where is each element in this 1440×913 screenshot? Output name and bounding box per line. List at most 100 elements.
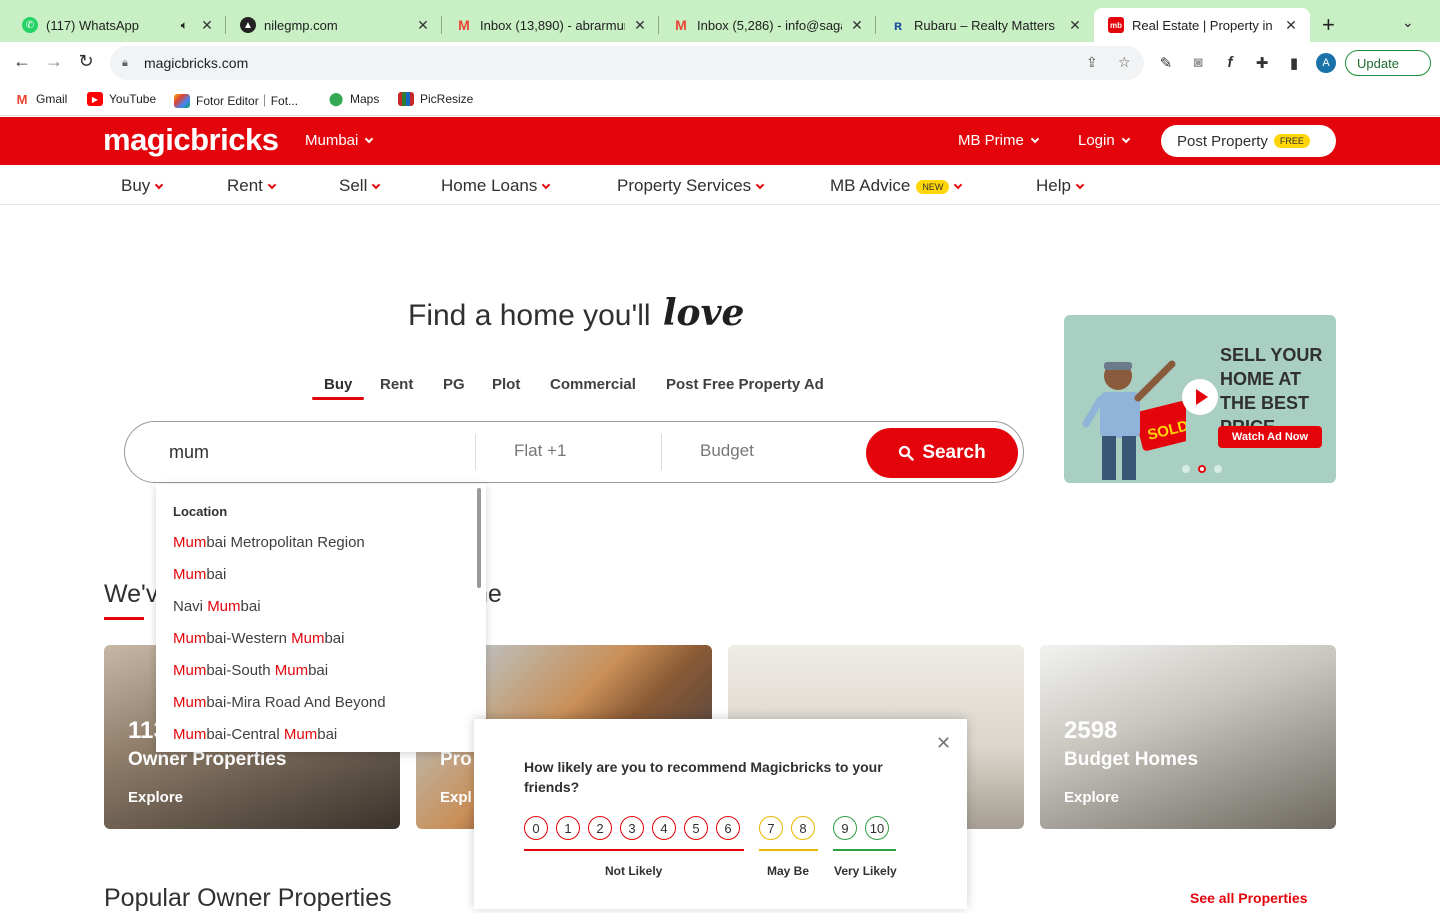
rating-option-3[interactable]: 3 bbox=[620, 816, 644, 840]
search-tab-plot[interactable]: Plot bbox=[492, 376, 520, 393]
side-panel-icon[interactable]: ▮ bbox=[1284, 54, 1304, 72]
close-icon[interactable]: ✕ bbox=[936, 733, 951, 754]
chevron-down-icon bbox=[542, 180, 551, 190]
search-tab-commercial[interactable]: Commercial bbox=[550, 376, 636, 393]
close-tab-icon[interactable]: ✕ bbox=[1066, 17, 1084, 34]
location-suggestion[interactable]: Mumbai-South Mumbai bbox=[173, 662, 328, 679]
close-tab-icon[interactable]: ✕ bbox=[848, 17, 866, 34]
tab-gmail-1[interactable]: M Inbox (13,890) - abrarmun ✕ bbox=[442, 8, 659, 42]
nav-home-loans[interactable]: Home Loans bbox=[441, 176, 551, 196]
back-icon[interactable]: ← bbox=[10, 51, 34, 72]
magicbricks-logo[interactable]: magicbricks bbox=[103, 122, 279, 158]
share-icon[interactable]: ⇪ bbox=[1086, 54, 1098, 71]
update-button[interactable]: Update ⋮ bbox=[1345, 50, 1431, 76]
bookmark-label: PicResize bbox=[420, 92, 474, 106]
nav-help[interactable]: Help bbox=[1036, 176, 1085, 196]
reload-icon[interactable]: ↻ bbox=[74, 51, 98, 72]
rating-option-6[interactable]: 6 bbox=[716, 816, 740, 840]
rating-option-5[interactable]: 5 bbox=[684, 816, 708, 840]
close-tab-icon[interactable]: ✕ bbox=[198, 17, 216, 34]
rating-option-10[interactable]: 10 bbox=[865, 816, 889, 840]
budget-select[interactable]: Budget bbox=[700, 441, 754, 461]
city-selector[interactable]: Mumbai bbox=[305, 132, 374, 149]
tab-search-icon[interactable]: ⌄ bbox=[1402, 14, 1414, 31]
search-button[interactable]: Search bbox=[866, 428, 1018, 478]
profile-avatar[interactable]: A bbox=[1316, 53, 1336, 73]
font-extension-icon[interactable]: f bbox=[1220, 54, 1240, 71]
url-text[interactable]: magicbricks.com bbox=[144, 55, 248, 71]
tab-whatsapp[interactable]: ✆ (117) WhatsApp 🔈︎ ✕ bbox=[8, 8, 226, 42]
match-highlight: Mum bbox=[291, 630, 325, 647]
nav-rent[interactable]: Rent bbox=[227, 176, 277, 196]
rating-option-7[interactable]: 7 bbox=[759, 816, 783, 840]
lock-icon[interactable]: 🔒︎ bbox=[122, 57, 134, 69]
search-tab-buy[interactable]: Buy bbox=[324, 376, 352, 393]
fotor-icon bbox=[174, 93, 190, 108]
location-suggestion[interactable]: Mumbai-Western Mumbai bbox=[173, 630, 344, 647]
camera-icon[interactable]: ◙ bbox=[1188, 54, 1208, 71]
eyedropper-icon[interactable]: ✎ bbox=[1156, 54, 1176, 72]
gmail-icon: M bbox=[675, 17, 687, 33]
tab-magicbricks[interactable]: mb Real Estate | Property in In ✕ bbox=[1094, 8, 1310, 42]
forward-icon[interactable]: → bbox=[42, 51, 66, 72]
search-tab-rent[interactable]: Rent bbox=[380, 376, 413, 393]
rating-option-2[interactable]: 2 bbox=[588, 816, 612, 840]
extensions-puzzle-icon[interactable]: ✚ bbox=[1252, 54, 1272, 72]
new-tab-button[interactable]: + bbox=[1322, 12, 1335, 38]
very-likely-label: Very Likely bbox=[834, 864, 897, 878]
mb-prime-menu[interactable]: MB Prime bbox=[958, 132, 1040, 149]
card-budget-homes[interactable]: 2598 Budget Homes Explore bbox=[1040, 645, 1336, 829]
location-suggestion[interactable]: Navi Mumbai bbox=[173, 598, 261, 615]
rating-option-8[interactable]: 8 bbox=[791, 816, 815, 840]
bookmark-fotor[interactable]: Fotor Editor｜Fot... bbox=[174, 92, 298, 109]
bookmark-youtube[interactable]: ▶ YouTube bbox=[87, 92, 156, 106]
bookmark-maps[interactable]: ⬤ Maps bbox=[328, 91, 380, 106]
card-explore-link[interactable]: Expl bbox=[440, 789, 472, 806]
tab-nilegmp[interactable]: ▲ nilegmp.com ✕ bbox=[226, 8, 442, 42]
post-property-button[interactable]: Post Property FREE bbox=[1161, 125, 1336, 157]
browser-toolbar: ← → ↻ 🔒︎ magicbricks.com ⇪ ☆ ✎ ◙ f ✚ ▮ A… bbox=[0, 42, 1440, 84]
close-tab-icon[interactable]: ✕ bbox=[414, 17, 432, 34]
card-explore-link[interactable]: Explore bbox=[128, 789, 183, 806]
location-search-input[interactable]: mum bbox=[169, 442, 209, 463]
location-suggestion[interactable]: Mumbai bbox=[173, 566, 226, 583]
nav-mb-advice[interactable]: MB Advice NEW bbox=[830, 176, 963, 196]
sell-home-ad-banner[interactable]: SOLD SELL YOUR HOME AT THE BEST PRICE Wa… bbox=[1064, 315, 1336, 483]
speaker-icon[interactable]: 🔈︎ bbox=[181, 18, 188, 33]
rating-option-0[interactable]: 0 bbox=[524, 816, 548, 840]
carousel-dot[interactable] bbox=[1214, 465, 1222, 473]
close-tab-icon[interactable]: ✕ bbox=[631, 17, 649, 34]
suggestion-text: bai bbox=[206, 566, 227, 583]
card-label: Owner Properties bbox=[128, 749, 287, 770]
carousel-dot[interactable] bbox=[1182, 465, 1190, 473]
property-type-select[interactable]: Flat +1 bbox=[514, 441, 566, 461]
location-suggestion[interactable]: Mumbai Metropolitan Region bbox=[173, 534, 365, 551]
rating-option-1[interactable]: 1 bbox=[556, 816, 580, 840]
watch-ad-button[interactable]: Watch Ad Now bbox=[1218, 426, 1322, 448]
search-tab-pg[interactable]: PG bbox=[443, 376, 465, 393]
close-tab-icon[interactable]: ✕ bbox=[1282, 17, 1300, 34]
dropdown-scrollbar[interactable] bbox=[477, 488, 481, 588]
nav-label: Home Loans bbox=[441, 176, 538, 195]
tab-rubaru[interactable]: ʀ Rubaru – Realty Matters ✕ bbox=[876, 8, 1094, 42]
bookmark-gmail[interactable]: M Gmail bbox=[14, 92, 68, 107]
nav-sell[interactable]: Sell bbox=[339, 176, 381, 196]
picresize-icon bbox=[398, 92, 414, 106]
chevron-down-icon bbox=[1075, 180, 1085, 190]
nav-buy[interactable]: Buy bbox=[121, 176, 164, 196]
bookmark-picresize[interactable]: PicResize bbox=[398, 92, 473, 106]
login-menu[interactable]: Login bbox=[1078, 132, 1130, 149]
rating-option-9[interactable]: 9 bbox=[833, 816, 857, 840]
rating-option-4[interactable]: 4 bbox=[652, 816, 676, 840]
location-suggestion[interactable]: Mumbai-Central Mumbai bbox=[173, 726, 337, 743]
card-explore-link[interactable]: Explore bbox=[1064, 789, 1119, 806]
location-suggestion[interactable]: Mumbai-Mira Road And Beyond bbox=[173, 694, 386, 711]
bookmark-star-icon[interactable]: ☆ bbox=[1118, 54, 1131, 71]
search-tab-post-free-ad[interactable]: Post Free Property Ad bbox=[666, 376, 824, 393]
play-video-icon[interactable] bbox=[1182, 379, 1218, 415]
nav-property-services[interactable]: Property Services bbox=[617, 176, 765, 196]
tab-gmail-2[interactable]: M Inbox (5,286) - info@saga ✕ bbox=[659, 8, 876, 42]
carousel-dot-active[interactable] bbox=[1198, 465, 1206, 473]
see-all-properties-link[interactable]: See all Properties bbox=[1190, 890, 1308, 906]
address-bar[interactable]: 🔒︎ magicbricks.com ⇪ ☆ bbox=[110, 46, 1144, 80]
